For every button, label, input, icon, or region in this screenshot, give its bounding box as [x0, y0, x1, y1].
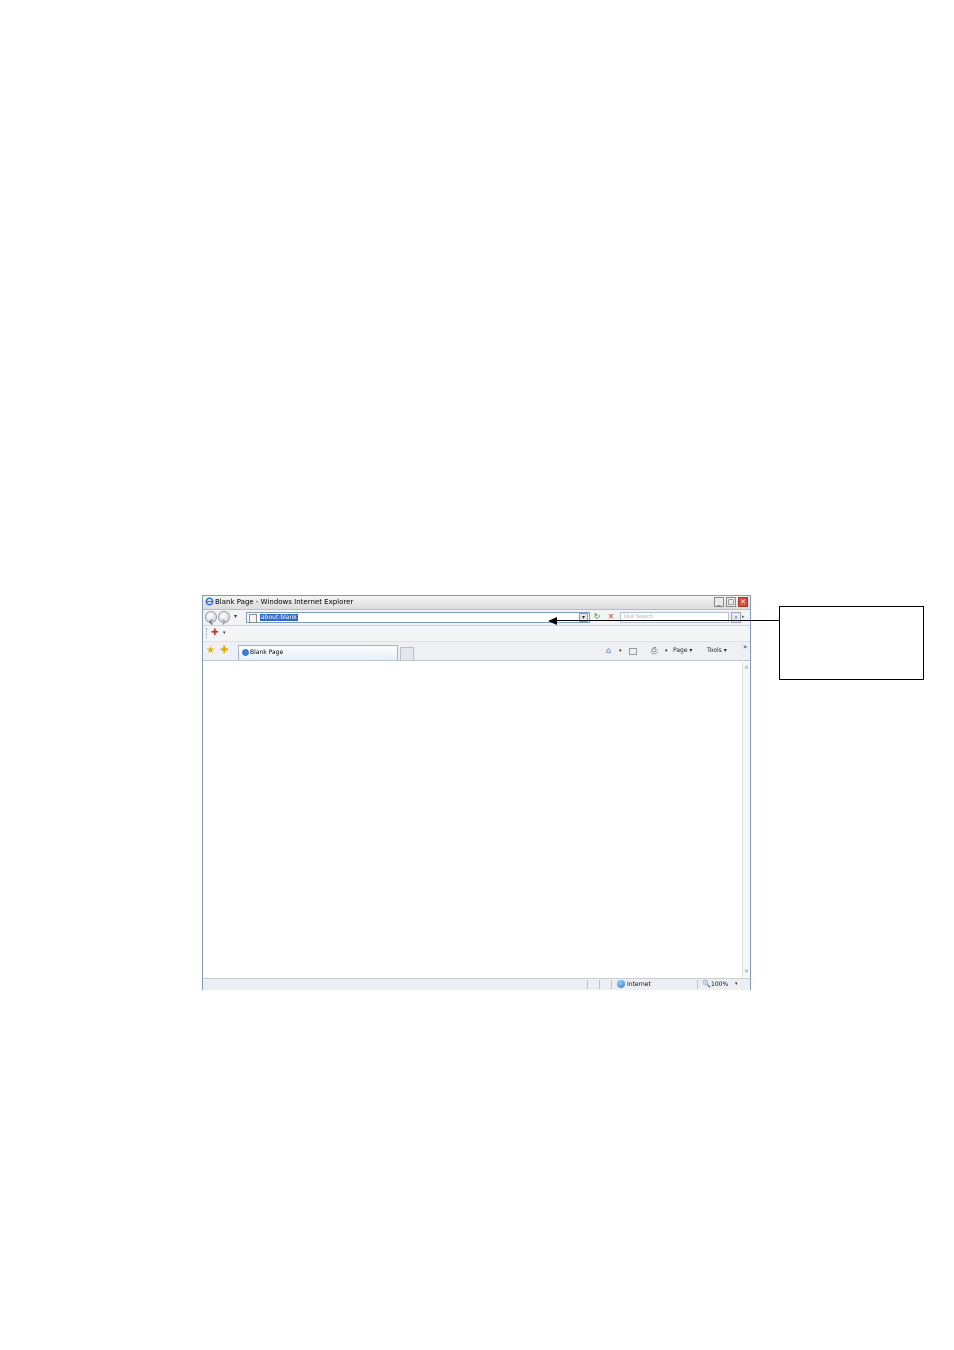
globe-icon — [617, 980, 625, 988]
address-bar[interactable]: about:blank — [246, 612, 590, 623]
tools-menu-button[interactable]: Tools ▾ — [707, 646, 727, 656]
ie-window: Blank Page - Windows Internet Explorer _… — [202, 595, 751, 990]
search-box[interactable]: Live Search — [620, 612, 729, 623]
address-toolbar: ▾ about:blank ▾ ↻ ✕ Live Search ⌕ ▸ — [203, 610, 750, 626]
status-separator — [697, 980, 698, 989]
add-favorites-icon[interactable]: ✚ — [220, 645, 228, 656]
scroll-up-arrow[interactable]: ▲ — [743, 664, 750, 670]
page-menu-button[interactable]: Page ▾ — [673, 646, 692, 656]
home-dropdown[interactable]: ▾ — [619, 646, 622, 656]
zoom-dropdown[interactable]: ▾ — [735, 979, 738, 990]
vertical-scrollbar[interactable]: ▲ ▼ — [742, 662, 750, 977]
print-dropdown[interactable]: ▾ — [665, 646, 668, 656]
links-toolbar: ✚ ▾ — [203, 626, 750, 642]
toolbar-grip[interactable] — [206, 628, 208, 638]
more-commands-button[interactable]: » — [743, 642, 747, 652]
callout-box — [779, 606, 924, 680]
maximize-button[interactable]: □ — [726, 597, 736, 607]
zoom-level[interactable]: 100% — [711, 979, 728, 990]
home-icon[interactable]: ⌂ — [606, 646, 611, 656]
ie-page-icon — [242, 649, 249, 656]
addon-dropdown[interactable]: ▾ — [223, 630, 226, 636]
status-separator — [599, 980, 600, 989]
recent-pages-dropdown[interactable]: ▾ — [234, 613, 237, 620]
window-title: Blank Page - Windows Internet Explorer — [215, 598, 354, 606]
new-tab-button[interactable] — [400, 647, 414, 660]
addon-button[interactable]: ✚ — [211, 628, 219, 638]
back-button[interactable] — [205, 611, 217, 625]
tab-bar: ★ ✚ Blank Page ⌂ ▾ ⎙ ▾ Page ▾ Tools ▾ » — [203, 642, 750, 661]
tab-label: Blank Page — [250, 649, 284, 656]
print-icon[interactable]: ⎙ — [651, 646, 657, 656]
ie-logo-icon — [205, 597, 214, 606]
feeds-icon[interactable] — [629, 648, 637, 655]
favorites-center-icon[interactable]: ★ — [206, 645, 215, 656]
title-bar: Blank Page - Windows Internet Explorer _… — [203, 596, 750, 610]
zoom-icon[interactable]: 🔍 — [702, 979, 711, 990]
close-button[interactable]: ✕ — [738, 597, 748, 607]
tab-blank-page[interactable]: Blank Page — [238, 645, 398, 660]
status-separator — [587, 980, 588, 989]
minimize-button[interactable]: _ — [714, 597, 724, 607]
security-zone-label[interactable]: Internet — [627, 979, 651, 990]
page-icon — [249, 614, 257, 623]
page-content[interactable] — [204, 662, 742, 977]
search-button[interactable]: ⌕ — [731, 612, 741, 623]
forward-button[interactable] — [218, 611, 230, 625]
status-bar: Internet 🔍 100% ▾ — [203, 978, 750, 990]
address-url[interactable]: about:blank — [260, 614, 298, 621]
callout-line — [556, 620, 779, 621]
scroll-down-arrow[interactable]: ▼ — [743, 969, 750, 975]
callout-arrowhead — [548, 617, 557, 625]
status-separator — [611, 980, 612, 989]
